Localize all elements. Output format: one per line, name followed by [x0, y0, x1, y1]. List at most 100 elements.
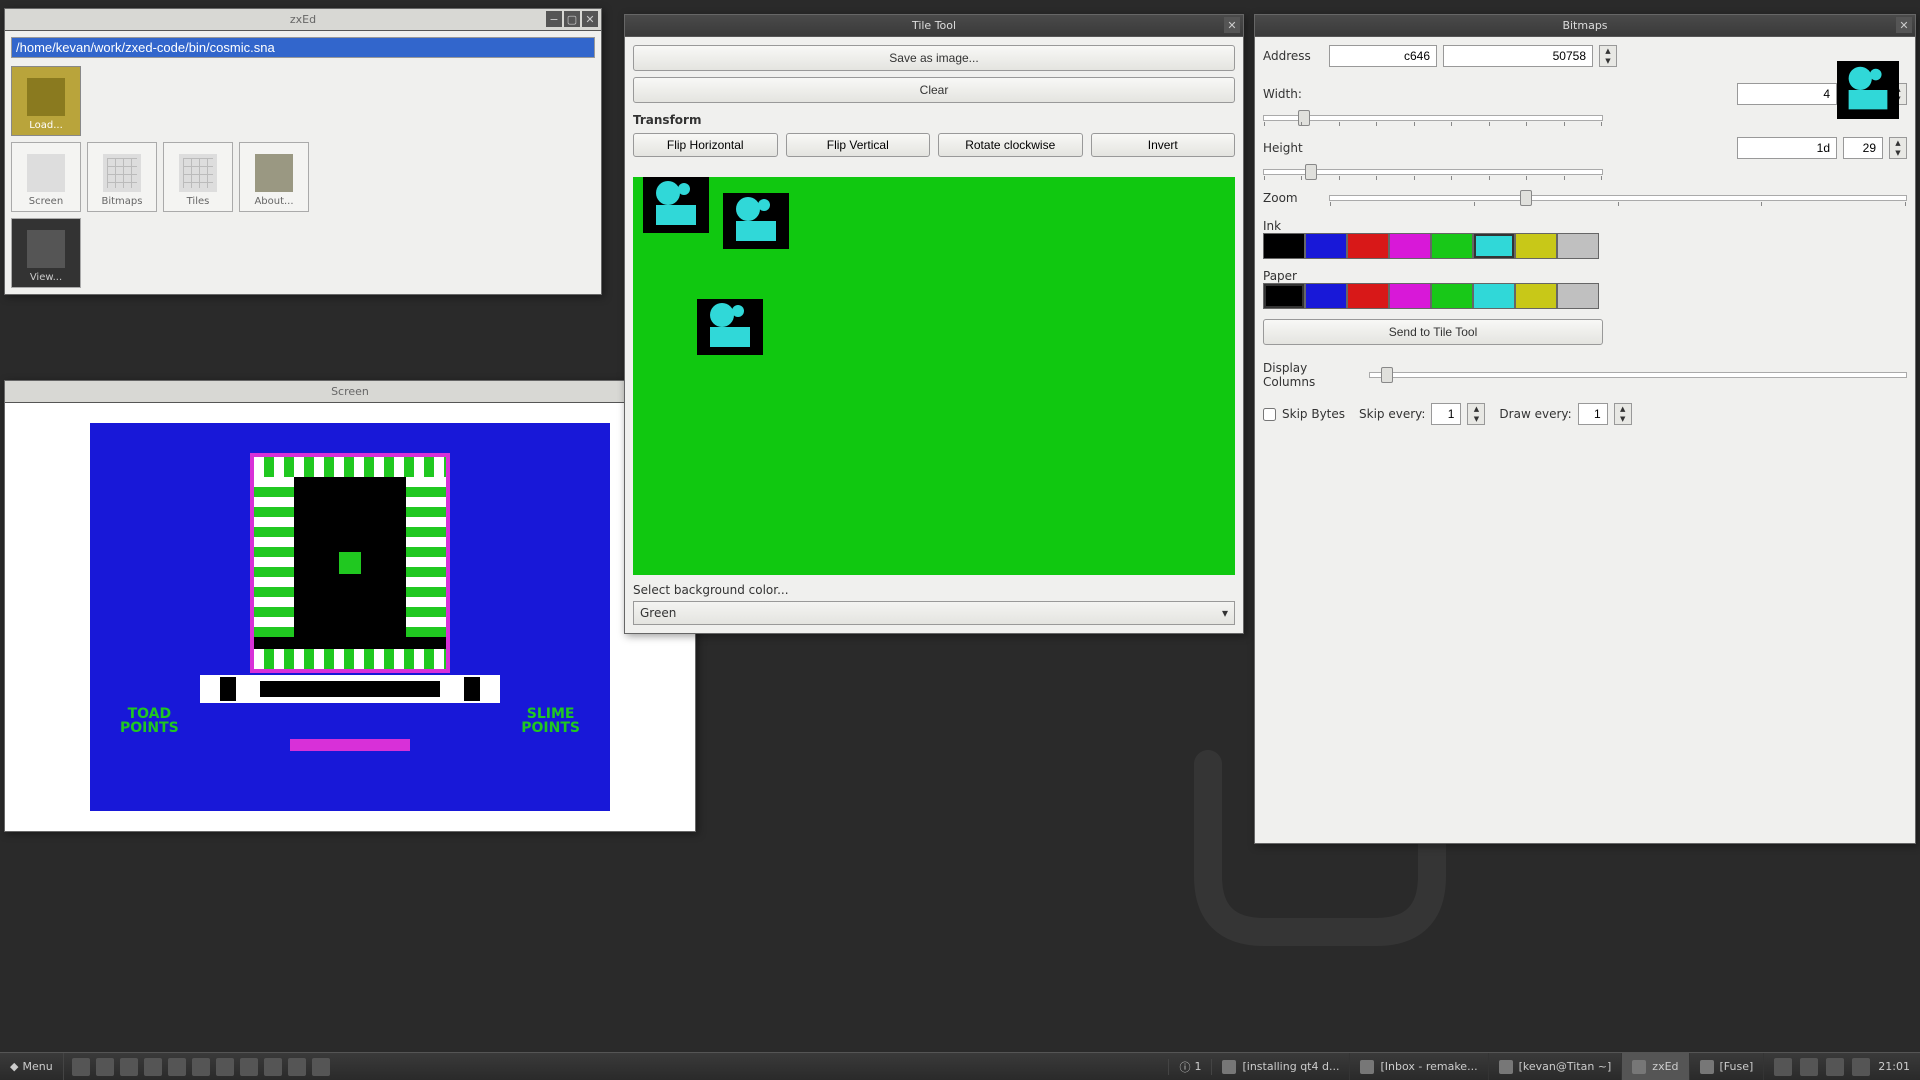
send-to-tile-tool-button[interactable]: Send to Tile Tool: [1263, 319, 1603, 345]
color-swatch[interactable]: [1389, 233, 1431, 259]
screen-titlebar[interactable]: Screen: [5, 381, 695, 403]
tool-screen[interactable]: Screen: [11, 142, 81, 212]
tiletool-titlebar[interactable]: Tile Tool ✕: [625, 15, 1243, 37]
app-icon: [1360, 1060, 1374, 1074]
tool-label: Load...: [29, 120, 63, 131]
tray-icon[interactable]: [1800, 1058, 1818, 1076]
color-swatch[interactable]: [1347, 283, 1389, 309]
tool-tiles[interactable]: Tiles: [163, 142, 233, 212]
close-button[interactable]: ✕: [1896, 17, 1912, 33]
taskbar-item[interactable]: [Inbox - remake...: [1350, 1053, 1488, 1080]
skip-every-spinner[interactable]: ▲▼: [1467, 403, 1485, 425]
rotate-clockwise-button[interactable]: Rotate clockwise: [938, 133, 1083, 157]
display-columns-slider[interactable]: [1369, 372, 1907, 378]
color-swatch[interactable]: [1347, 233, 1389, 259]
tray-icon[interactable]: [1852, 1058, 1870, 1076]
flip-vertical-button[interactable]: Flip Vertical: [786, 133, 931, 157]
address-dec-input[interactable]: [1443, 45, 1593, 67]
height-slider[interactable]: [1263, 169, 1603, 175]
draw-every-label: Draw every:: [1499, 407, 1571, 421]
screen-window: Screen TOADPOINTS: [4, 380, 696, 832]
save-as-image-button[interactable]: Save as image...: [633, 45, 1235, 71]
taskbar-item[interactable]: [kevan@Titan ~]: [1489, 1053, 1623, 1080]
address-hex-input[interactable]: [1329, 45, 1437, 67]
color-swatch[interactable]: [1305, 283, 1347, 309]
ql-icon[interactable]: [312, 1058, 330, 1076]
tool-about[interactable]: About...: [239, 142, 309, 212]
sprite-3[interactable]: [697, 299, 763, 355]
height-dec-input[interactable]: [1843, 137, 1883, 159]
ql-icon[interactable]: [192, 1058, 210, 1076]
draw-every-spinner[interactable]: ▲▼: [1614, 403, 1632, 425]
toad-sprite: [339, 552, 361, 574]
chevron-down-icon: ▾: [1222, 606, 1228, 620]
sprite-2[interactable]: [723, 193, 789, 249]
menu-icon: ◆: [10, 1060, 18, 1073]
ql-icon[interactable]: [264, 1058, 282, 1076]
app-icon: [1700, 1060, 1714, 1074]
sprite-1[interactable]: [643, 177, 709, 233]
screen-canvas[interactable]: TOADPOINTS SLIMEPOINTS: [90, 423, 610, 811]
tool-view[interactable]: View...: [11, 218, 81, 288]
tray-icon[interactable]: [1826, 1058, 1844, 1076]
color-swatch[interactable]: [1389, 283, 1431, 309]
height-spinner[interactable]: ▲▼: [1889, 137, 1907, 159]
height-label: Height: [1263, 141, 1323, 155]
taskbar-item[interactable]: [Fuse]: [1690, 1053, 1765, 1080]
taskbar-item[interactable]: [installing qt4 d...: [1212, 1053, 1350, 1080]
maximize-button[interactable]: ▢: [564, 11, 580, 27]
invert-button[interactable]: Invert: [1091, 133, 1236, 157]
taskbar-item[interactable]: zxEd: [1622, 1053, 1689, 1080]
tool-bitmaps[interactable]: Bitmaps: [87, 142, 157, 212]
tray-icon[interactable]: [1774, 1058, 1792, 1076]
workspace-indicator[interactable]: ⓘ 1: [1168, 1059, 1212, 1075]
address-label: Address: [1263, 49, 1323, 63]
zxed-titlebar[interactable]: zxEd − ▢ ✕: [5, 9, 601, 31]
flip-horizontal-button[interactable]: Flip Horizontal: [633, 133, 778, 157]
menu-button[interactable]: ◆ Menu: [0, 1053, 64, 1080]
ql-icon[interactable]: [96, 1058, 114, 1076]
app-icon: [1499, 1060, 1513, 1074]
screen-title: Screen: [331, 385, 369, 398]
color-swatch[interactable]: [1263, 233, 1305, 259]
ql-icon[interactable]: [288, 1058, 306, 1076]
close-button[interactable]: ✕: [1224, 17, 1240, 33]
skip-every-input[interactable]: [1431, 403, 1461, 425]
minimize-button[interactable]: −: [546, 11, 562, 27]
color-swatch[interactable]: [1473, 283, 1515, 309]
color-swatch[interactable]: [1431, 283, 1473, 309]
color-swatch[interactable]: [1305, 233, 1347, 259]
bg-color-select[interactable]: Green ▾: [633, 601, 1235, 625]
width-hex-input[interactable]: [1737, 83, 1837, 105]
color-swatch[interactable]: [1431, 233, 1473, 259]
clear-button[interactable]: Clear: [633, 77, 1235, 103]
ql-icon[interactable]: [168, 1058, 186, 1076]
color-swatch[interactable]: [1473, 233, 1515, 259]
close-button[interactable]: ✕: [582, 11, 598, 27]
width-slider[interactable]: [1263, 115, 1603, 121]
bitmap-preview[interactable]: [1837, 61, 1899, 119]
skip-bytes-checkbox[interactable]: [1263, 408, 1276, 421]
ql-icon[interactable]: [72, 1058, 90, 1076]
color-swatch[interactable]: [1263, 283, 1305, 309]
address-spinner[interactable]: ▲▼: [1599, 45, 1617, 67]
color-swatch[interactable]: [1557, 283, 1599, 309]
tool-load[interactable]: Load...: [11, 66, 81, 136]
color-swatch[interactable]: [1515, 233, 1557, 259]
ql-icon[interactable]: [120, 1058, 138, 1076]
bitmaps-titlebar[interactable]: Bitmaps ✕: [1255, 15, 1915, 37]
height-hex-input[interactable]: [1737, 137, 1837, 159]
ql-icon[interactable]: [144, 1058, 162, 1076]
draw-every-input[interactable]: [1578, 403, 1608, 425]
color-swatch[interactable]: [1515, 283, 1557, 309]
bg-color-label: Select background color...: [633, 583, 1235, 597]
file-path-input[interactable]: [11, 37, 595, 58]
zoom-slider[interactable]: [1329, 195, 1907, 201]
tile-canvas[interactable]: [633, 177, 1235, 575]
ql-icon[interactable]: [240, 1058, 258, 1076]
color-swatch[interactable]: [1557, 233, 1599, 259]
clock[interactable]: 21:01: [1878, 1060, 1910, 1073]
taskbar: ◆ Menu ⓘ 1 [installing qt4 d... [Inbox - …: [0, 1052, 1920, 1080]
taskbar-item-label: [Inbox - remake...: [1380, 1060, 1477, 1073]
ql-icon[interactable]: [216, 1058, 234, 1076]
